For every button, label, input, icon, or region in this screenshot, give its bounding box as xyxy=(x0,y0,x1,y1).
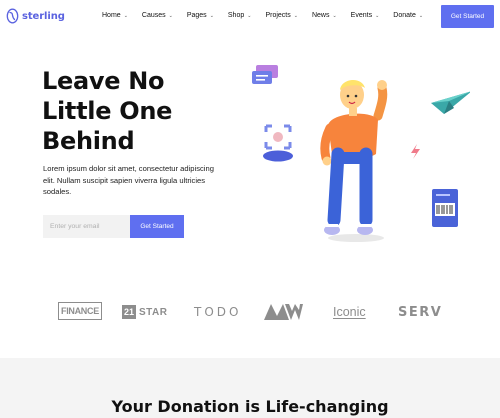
chevron-down-icon: ⌄ xyxy=(123,12,128,19)
chat-bubbles-icon xyxy=(252,65,278,84)
chevron-down-icon: ⌄ xyxy=(293,12,298,19)
email-input[interactable] xyxy=(43,215,130,238)
nav-label: Donate xyxy=(393,12,416,19)
nav-item-causes[interactable]: Causes ⌄ xyxy=(142,12,173,19)
nav-label: News xyxy=(311,12,330,19)
focus-frame-icon xyxy=(263,124,293,162)
site-header: sterling Home ⌄ Causes ⌄ Pages ⌄ Shop ⌄ Proj… xyxy=(0,0,500,34)
nav-label: Events xyxy=(350,12,373,19)
nav-label: Projects xyxy=(265,12,291,19)
chevron-down-icon: ⌄ xyxy=(332,12,337,19)
nav-label: Shop xyxy=(227,12,245,19)
21star-logo-text: STAR xyxy=(139,306,168,318)
hero-description: Lorem ipsum dolor sit amet, consectetur … xyxy=(43,164,214,196)
hero-illustration xyxy=(248,58,472,248)
nav-item-shop[interactable]: Shop ⌄ xyxy=(228,12,252,19)
main-nav: Home ⌄ Causes ⌄ Pages ⌄ Shop ⌄ Projects ⌄ New… xyxy=(102,12,437,19)
iconic-logo: Iconic xyxy=(333,305,366,319)
waving-person-illustration xyxy=(320,79,388,242)
logo-text: sterling xyxy=(22,10,65,22)
todo-logo: TODO xyxy=(194,305,242,319)
nav-label: Causes xyxy=(141,12,166,19)
chevron-down-icon: ⌄ xyxy=(209,12,214,19)
spark-icon xyxy=(411,144,420,159)
donation-section: Your Donation is Life-changing xyxy=(0,358,500,418)
serv-logo: SERV xyxy=(398,304,443,320)
subscribe-form: Get Started xyxy=(43,215,184,238)
chevron-down-icon: ⌄ xyxy=(418,12,424,19)
paper-plane-icon xyxy=(431,91,472,114)
hero-title-line: Behind xyxy=(42,127,135,155)
get-started-button[interactable]: Get Started xyxy=(130,215,184,238)
hero-title-line: Little One xyxy=(42,97,173,125)
nav-item-events[interactable]: Events ⌄ xyxy=(351,12,380,19)
21star-logo: 21 STAR xyxy=(122,298,168,326)
chevron-down-icon: ⌄ xyxy=(375,12,380,19)
nav-item-projects[interactable]: Projects ⌄ xyxy=(265,12,298,19)
logo[interactable]: sterling xyxy=(6,8,65,24)
nav-item-home[interactable]: Home ⌄ xyxy=(102,12,128,19)
sterling-logo-icon xyxy=(6,8,19,24)
brand-logos: FINANCE 21 STAR TODO Iconic SERV xyxy=(0,298,500,326)
barcode-document-icon xyxy=(432,189,458,227)
mw-logo xyxy=(263,298,303,326)
hero-title: Leave No Little One Behind xyxy=(42,66,242,156)
nav-label: Home xyxy=(102,12,121,19)
nav-item-news[interactable]: News ⌄ xyxy=(312,12,337,19)
nav-label: Pages xyxy=(186,12,207,19)
hero-title-line: Leave No xyxy=(42,67,165,95)
21star-logo-box: 21 xyxy=(122,305,137,319)
nav-item-pages[interactable]: Pages ⌄ xyxy=(187,12,214,19)
nav-item-donate[interactable]: Donate ⌄ xyxy=(393,12,423,19)
get-started-header-button[interactable]: Get Started xyxy=(441,5,494,28)
chevron-down-icon: ⌄ xyxy=(168,12,173,19)
chevron-down-icon: ⌄ xyxy=(247,12,252,19)
finance-logo: FINANCE xyxy=(58,302,102,320)
donation-title: Your Donation is Life-changing xyxy=(111,397,389,416)
